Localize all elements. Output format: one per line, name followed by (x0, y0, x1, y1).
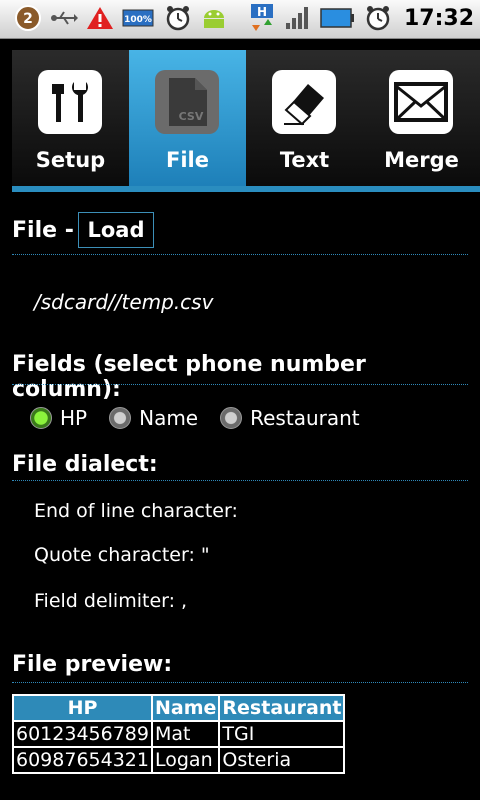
alarm-icon (164, 4, 192, 32)
battery-level-icon (320, 4, 356, 32)
status-bar: 2 100% H 17:32 (0, 0, 480, 39)
tab-label: Text (279, 148, 330, 172)
clock-time: 17:32 (403, 5, 474, 31)
tools-icon (38, 70, 102, 134)
tab-label: File (166, 148, 209, 172)
phone-column-radio-group: HP Name Restaurant (30, 406, 374, 430)
tab-label: Merge (384, 148, 459, 172)
radio-label-hp[interactable]: HP (60, 406, 87, 430)
battery-icon: 100% (122, 4, 156, 32)
dialect-section-title: File dialect: (12, 452, 158, 477)
file-preview-table: HP Name Restaurant 60123456789 Mat TGI 6… (12, 694, 346, 774)
table-cell: TGI (218, 720, 346, 748)
radio-label-name[interactable]: Name (139, 406, 198, 430)
quote-character-label: Quote character: " (34, 544, 210, 566)
radio-label-restaurant[interactable]: Restaurant (250, 406, 360, 430)
table-row: 60987654321 Logan Osteria (12, 746, 346, 774)
end-of-line-label: End of line character: (34, 500, 238, 522)
network-label: H (257, 5, 267, 19)
svg-text:CSV: CSV (179, 110, 204, 123)
divider (12, 254, 468, 255)
tab-bar: Setup CSV File Text Merge (12, 50, 480, 188)
android-icon (200, 4, 228, 32)
envelope-icon (389, 70, 453, 134)
notification-count: 2 (23, 11, 33, 27)
table-row: 60123456789 Mat TGI (12, 720, 346, 748)
preview-section-title: File preview: (12, 652, 173, 677)
tab-merge[interactable]: Merge (363, 50, 480, 188)
divider (12, 384, 468, 385)
tab-indicator (12, 186, 480, 192)
table-cell: Osteria (218, 746, 346, 774)
battery-label: 100% (124, 15, 152, 25)
file-section-title: File - (12, 218, 74, 243)
column-header-restaurant: Restaurant (218, 694, 346, 722)
csv-file-icon: CSV (155, 70, 219, 134)
column-header-name: Name (150, 694, 221, 722)
radio-hp[interactable] (30, 407, 52, 429)
table-cell: Logan (150, 746, 221, 774)
data-network-icon: H (248, 4, 276, 32)
warning-icon (86, 4, 114, 32)
table-header-row: HP Name Restaurant (12, 694, 346, 722)
eraser-icon (272, 70, 336, 134)
radio-restaurant[interactable] (220, 407, 243, 429)
tab-text[interactable]: Text (246, 50, 363, 188)
fields-section-title: Fields (select phone number column): (12, 352, 366, 402)
load-button[interactable]: Load (78, 212, 154, 248)
file-path: /sdcard//temp.csv (34, 290, 214, 314)
notification-badge-icon: 2 (14, 4, 42, 32)
tab-label: Setup (35, 148, 106, 172)
tab-file[interactable]: CSV File (129, 50, 246, 188)
table-cell: Mat (150, 720, 221, 748)
table-cell: 60987654321 (12, 746, 153, 774)
divider (12, 682, 468, 683)
divider (12, 480, 468, 481)
field-delimiter-label: Field delimiter: , (34, 590, 188, 612)
column-header-hp: HP (12, 694, 153, 722)
tab-setup[interactable]: Setup (12, 50, 129, 188)
usb-icon (50, 4, 78, 32)
alarm-clock-icon (364, 4, 392, 32)
table-cell: 60123456789 (12, 720, 153, 748)
signal-icon (284, 4, 312, 32)
radio-name[interactable] (109, 407, 132, 429)
